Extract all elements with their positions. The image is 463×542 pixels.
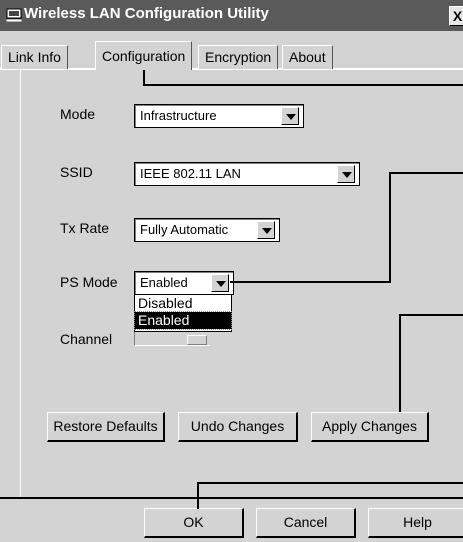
callout-line-apply-top (399, 314, 463, 316)
ps-mode-value: Enabled (140, 275, 188, 290)
ssid-label: SSID (60, 164, 93, 180)
ssid-value: IEEE 802.11 LAN (140, 166, 241, 181)
ps-mode-label: PS Mode (60, 274, 118, 290)
ps-mode-option-disabled[interactable]: Disabled (135, 295, 231, 312)
ok-button[interactable]: OK (144, 508, 244, 538)
tx-rate-value: Fully Automatic (140, 222, 229, 237)
close-button[interactable]: X (449, 6, 463, 26)
tab-configuration[interactable]: Configuration (95, 41, 193, 70)
ssid-select[interactable]: IEEE 802.11 LAN (134, 162, 360, 186)
callout-line-psmode-top (389, 172, 463, 174)
channel-label: Channel (60, 331, 113, 347)
help-button[interactable]: Help (368, 508, 463, 538)
callout-line-ok-h (197, 482, 463, 484)
mode-select[interactable]: Infrastructure (134, 104, 304, 128)
ps-mode-option-enabled[interactable]: Enabled (134, 311, 232, 330)
chevron-down-icon[interactable] (211, 274, 229, 292)
computer-icon (6, 8, 22, 22)
tx-rate-label: Tx Rate (60, 220, 110, 236)
title-bar: Wireless LAN Configuration Utility X (0, 0, 463, 31)
separator-line (0, 497, 463, 499)
tx-rate-select[interactable]: Fully Automatic (134, 218, 280, 242)
channel-spin-icon[interactable] (187, 335, 207, 345)
tab-link-info[interactable]: Link Info (1, 45, 68, 69)
callout-line-configuration-h (143, 84, 463, 86)
tab-about[interactable]: About (282, 45, 333, 69)
callout-line-apply-v (399, 314, 401, 412)
callout-line-psmode-v (389, 172, 391, 283)
window-title: Wireless LAN Configuration Utility (24, 5, 269, 22)
ps-mode-dropdown-list: Disabled Enabled (134, 294, 232, 332)
chevron-down-icon[interactable] (257, 221, 275, 239)
callout-line-psmode-h (230, 281, 390, 283)
channel-field[interactable] (134, 332, 210, 346)
undo-changes-button[interactable]: Undo Changes (178, 412, 298, 442)
restore-defaults-button[interactable]: Restore Defaults (47, 412, 165, 442)
mode-value: Infrastructure (140, 108, 217, 123)
chevron-down-icon[interactable] (337, 165, 355, 183)
cancel-button[interactable]: Cancel (256, 508, 356, 538)
chevron-down-icon[interactable] (281, 107, 299, 125)
ps-mode-select[interactable]: Enabled (134, 271, 234, 295)
tab-encryption[interactable]: Encryption (198, 45, 279, 69)
utility-window: Wireless LAN Configuration Utility X Lin… (0, 0, 463, 542)
callout-line-ok-v (197, 482, 199, 509)
mode-label: Mode (60, 106, 96, 122)
apply-changes-button[interactable]: Apply Changes (311, 412, 429, 442)
